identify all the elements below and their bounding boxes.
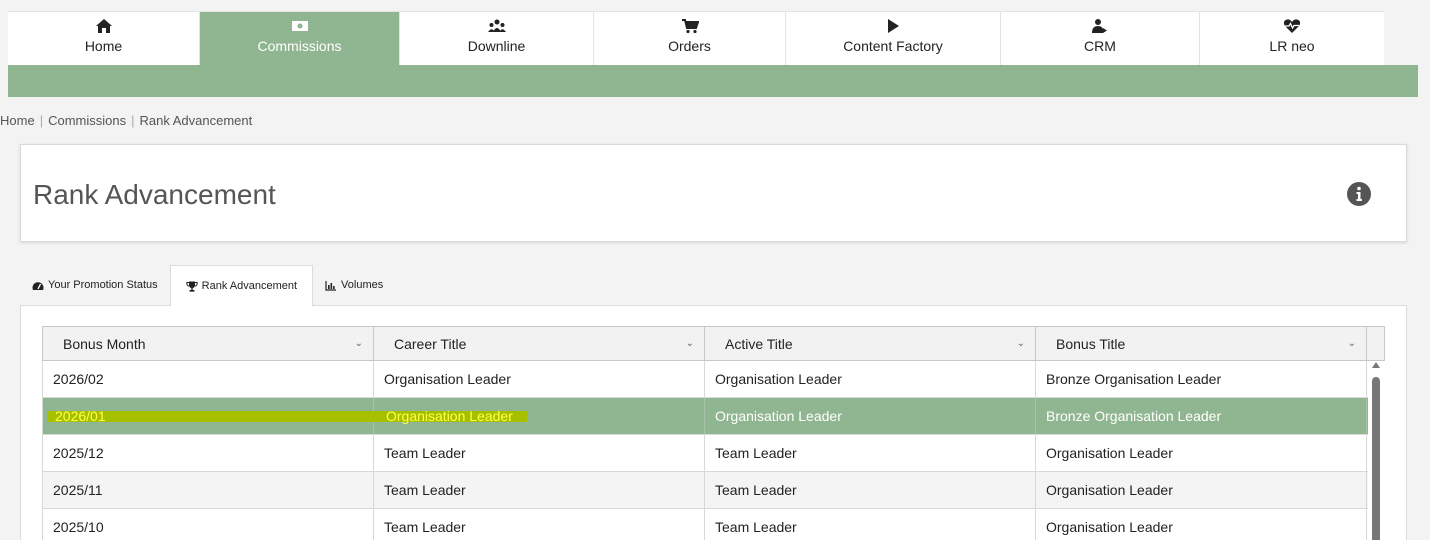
- chevron-down-icon[interactable]: ⌄: [355, 338, 363, 349]
- main-nav: Home Commissions Downline Orders Content…: [8, 11, 1384, 66]
- money-icon: [291, 21, 308, 31]
- nav-item-label: Orders: [668, 38, 711, 54]
- heartbeat-icon: [1283, 19, 1301, 33]
- tab-label: Volumes: [341, 279, 384, 291]
- table-row-selected[interactable]: 2026/01 Organisation Leader Organisation…: [42, 398, 1368, 435]
- highlight-marker: Organisation Leader: [378, 408, 527, 424]
- cell-active-title: Team Leader: [705, 435, 1036, 471]
- breadcrumb-separator: |: [131, 113, 135, 128]
- rank-advancement-grid: Bonus Month ⌄ Career Title ⌄ Active Titl…: [42, 326, 1385, 540]
- column-header-career-title[interactable]: Career Title ⌄: [374, 327, 705, 360]
- table-row[interactable]: 2026/02 Organisation Leader Organisation…: [42, 361, 1368, 398]
- title-panel: Rank Advancement: [20, 144, 1407, 242]
- cell-text: Organisation Leader: [386, 408, 513, 424]
- breadcrumb-separator: |: [39, 113, 44, 128]
- cell-career-title: Team Leader: [374, 472, 705, 508]
- cell-bonus-title: Organisation Leader: [1036, 435, 1367, 471]
- grid-header: Bonus Month ⌄ Career Title ⌄ Active Titl…: [42, 326, 1385, 361]
- tab-label: Rank Advancement: [201, 280, 298, 292]
- cart-icon: [681, 19, 699, 34]
- cell-bonus-month: 2025/10: [43, 509, 374, 540]
- nav-item-label: Commissions: [257, 38, 342, 54]
- cell-bonus-month: 2025/12: [43, 435, 374, 471]
- vertical-scrollbar[interactable]: [1370, 362, 1382, 540]
- breadcrumb-commissions[interactable]: Commissions: [48, 113, 126, 128]
- scroll-thumb[interactable]: [1372, 377, 1380, 540]
- users-icon: [487, 19, 506, 32]
- column-header-label: Career Title: [394, 335, 467, 352]
- user-share-icon: [1092, 19, 1107, 33]
- tab-label: Your Promotion Status: [48, 279, 158, 291]
- column-header-bonus-month[interactable]: Bonus Month ⌄: [43, 327, 374, 360]
- cell-active-title: Organisation Leader: [705, 398, 1036, 434]
- highlight-marker: 2026/01: [47, 408, 418, 424]
- column-header-active-title[interactable]: Active Title ⌄: [705, 327, 1036, 360]
- cell-career-title: Organisation Leader: [374, 361, 705, 397]
- cell-active-title: Team Leader: [705, 509, 1036, 540]
- column-header-label: Bonus Month: [63, 335, 146, 352]
- breadcrumb-rank-advancement: Rank Advancement: [139, 113, 253, 128]
- cell-career-title: Team Leader: [374, 509, 705, 540]
- column-header-bonus-title[interactable]: Bonus Title ⌄: [1036, 327, 1367, 360]
- column-header-label: Bonus Title: [1056, 335, 1126, 352]
- nav-item-label: Downline: [467, 38, 526, 54]
- cell-bonus-month: 2026/01: [43, 398, 418, 434]
- nav-item-content-factory[interactable]: Content Factory: [786, 12, 1001, 66]
- tab-volumes[interactable]: Volumes: [313, 265, 395, 305]
- scroll-up-arrow-icon[interactable]: [1372, 362, 1380, 368]
- nav-item-lr-neo[interactable]: LR neo: [1200, 12, 1384, 66]
- chevron-down-icon[interactable]: ⌄: [1017, 338, 1025, 349]
- bar-chart-icon: [325, 280, 337, 291]
- play-icon: [888, 19, 899, 33]
- nav-item-commissions[interactable]: Commissions: [200, 12, 400, 66]
- home-icon: [95, 19, 112, 33]
- cell-bonus-title: Organisation Leader: [1036, 509, 1367, 540]
- breadcrumb: Home | Commissions | Rank Advancement: [0, 113, 252, 128]
- column-header-label: Active Title: [725, 335, 793, 352]
- nav-item-crm[interactable]: CRM: [1001, 12, 1200, 66]
- chevron-down-icon[interactable]: ⌄: [1348, 338, 1356, 349]
- trophy-icon: [185, 281, 198, 292]
- cell-active-title: Organisation Leader: [705, 361, 1036, 397]
- nav-item-orders[interactable]: Orders: [594, 12, 786, 66]
- table-row[interactable]: 2025/11 Team Leader Team Leader Organisa…: [42, 472, 1368, 509]
- table-row[interactable]: 2025/10 Team Leader Team Leader Organisa…: [42, 509, 1368, 540]
- sub-nav-bar: [8, 65, 1418, 97]
- tab-rank-advancement[interactable]: Rank Advancement: [169, 265, 314, 306]
- cell-bonus-title: Organisation Leader: [1036, 472, 1367, 508]
- cell-active-title: Team Leader: [705, 472, 1036, 508]
- nav-item-home[interactable]: Home: [8, 12, 200, 66]
- nav-item-downline[interactable]: Downline: [400, 12, 594, 66]
- cell-bonus-title: Bronze Organisation Leader: [1036, 361, 1367, 397]
- chevron-down-icon[interactable]: ⌄: [686, 338, 694, 349]
- cell-bonus-title: Bronze Organisation Leader: [1036, 398, 1367, 434]
- info-icon[interactable]: [1346, 181, 1372, 207]
- breadcrumb-home[interactable]: Home: [0, 113, 35, 128]
- header-filler: [1367, 327, 1384, 360]
- cell-bonus-month: 2025/11: [43, 472, 374, 508]
- cell-career-title: Team Leader: [374, 435, 705, 471]
- nav-item-label: Home: [84, 38, 123, 54]
- tab-bar: Your Promotion Status Rank Advancement V…: [20, 265, 395, 306]
- cell-career-title: Organisation Leader: [374, 398, 705, 434]
- nav-item-label: LR neo: [1269, 38, 1315, 54]
- grid-body: 2026/02 Organisation Leader Organisation…: [42, 361, 1385, 540]
- cell-bonus-month: 2026/02: [43, 361, 374, 397]
- nav-item-label: CRM: [1084, 38, 1116, 54]
- page-title: Rank Advancement: [33, 179, 276, 210]
- dashboard-icon: [32, 281, 44, 290]
- cell-text: 2026/01: [55, 408, 106, 424]
- tab-your-promotion-status[interactable]: Your Promotion Status: [20, 265, 170, 305]
- nav-item-label: Content Factory: [843, 38, 943, 54]
- table-row[interactable]: 2025/12 Team Leader Team Leader Organisa…: [42, 435, 1368, 472]
